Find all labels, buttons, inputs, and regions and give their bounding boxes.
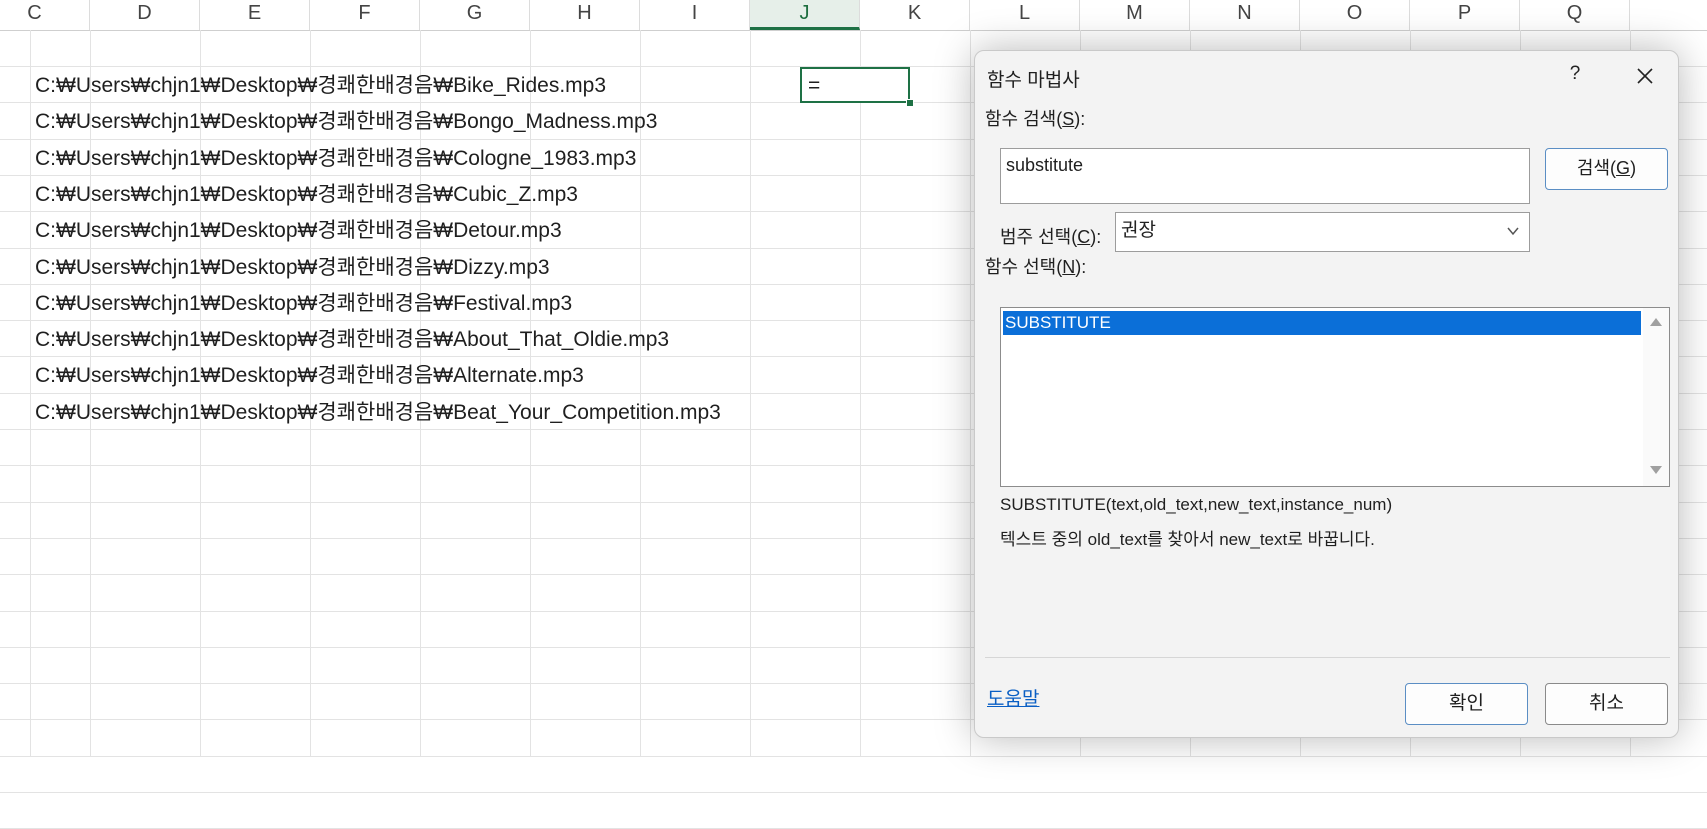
fill-handle[interactable] bbox=[906, 99, 914, 107]
dialog-title: 함수 마법사 bbox=[987, 70, 1080, 91]
cell-c-path[interactable]: C:₩Users₩chjn1₩Desktop₩경쾌한배경음₩Alternate.… bbox=[35, 357, 584, 393]
cell-c-path[interactable]: C:₩Users₩chjn1₩Desktop₩경쾌한배경음₩Bongo_Madn… bbox=[35, 103, 657, 139]
function-signature: SUBSTITUTE(text,old_text,new_text,instan… bbox=[1000, 495, 1393, 514]
close-button[interactable] bbox=[1628, 59, 1662, 93]
cell-c-path[interactable]: C:₩Users₩chjn1₩Desktop₩경쾌한배경음₩Cologne_19… bbox=[35, 140, 636, 176]
category-value: 권장 bbox=[1121, 220, 1156, 241]
category-select[interactable]: 권장 bbox=[1115, 212, 1530, 252]
scrollbar[interactable] bbox=[1643, 308, 1669, 486]
list-item-substitute[interactable]: SUBSTITUTE bbox=[1003, 311, 1641, 335]
divider bbox=[985, 657, 1670, 658]
scroll-up-icon[interactable] bbox=[1649, 316, 1663, 328]
cell-c-path[interactable]: C:₩Users₩chjn1₩Desktop₩경쾌한배경음₩Beat_Your_… bbox=[35, 394, 721, 430]
function-search-input[interactable]: substitute bbox=[1000, 148, 1530, 204]
ok-button[interactable]: 확인 bbox=[1405, 683, 1528, 725]
cell-c-path[interactable]: C:₩Users₩chjn1₩Desktop₩경쾌한배경음₩Festival.m… bbox=[35, 285, 572, 321]
cell-c-path[interactable]: C:₩Users₩chjn1₩Desktop₩경쾌한배경음₩Dizzy.mp3 bbox=[35, 249, 550, 285]
help-question-button[interactable]: ? bbox=[1560, 63, 1590, 91]
cell-c-path[interactable]: C:₩Users₩chjn1₩Desktop₩경쾌한배경음₩About_That… bbox=[35, 321, 669, 357]
search-button[interactable]: 검색(G) bbox=[1545, 148, 1668, 190]
active-cell-j[interactable]: = bbox=[800, 67, 910, 103]
grid-hline bbox=[0, 792, 1707, 793]
function-list-label: 함수 선택(N): bbox=[985, 257, 1087, 277]
cell-c-path[interactable]: C:₩Users₩chjn1₩Desktop₩경쾌한배경음₩Bike_Rides… bbox=[35, 67, 606, 103]
cell-c-path[interactable]: C:₩Users₩chjn1₩Desktop₩경쾌한배경음₩Detour.mp3 bbox=[35, 212, 562, 248]
search-label: 함수 검색(S): bbox=[985, 109, 1086, 129]
category-label: 범주 선택(C): bbox=[1000, 227, 1102, 247]
cancel-button[interactable]: 취소 bbox=[1545, 683, 1668, 725]
close-icon bbox=[1637, 68, 1653, 84]
function-wizard-dialog: 함수 마법사 ? 함수 검색(S): substitute 검색(G) 범주 선… bbox=[974, 50, 1679, 738]
function-description: 텍스트 중의 old_text를 찾아서 new_text로 바꿉니다. bbox=[1000, 530, 1375, 549]
chevron-down-icon bbox=[1507, 227, 1519, 236]
function-list[interactable]: SUBSTITUTE bbox=[1000, 307, 1670, 487]
scroll-down-icon[interactable] bbox=[1649, 464, 1663, 476]
cell-c-path[interactable]: C:₩Users₩chjn1₩Desktop₩경쾌한배경음₩Cubic_Z.mp… bbox=[35, 176, 578, 212]
help-link[interactable]: 도움말 bbox=[987, 684, 1039, 711]
